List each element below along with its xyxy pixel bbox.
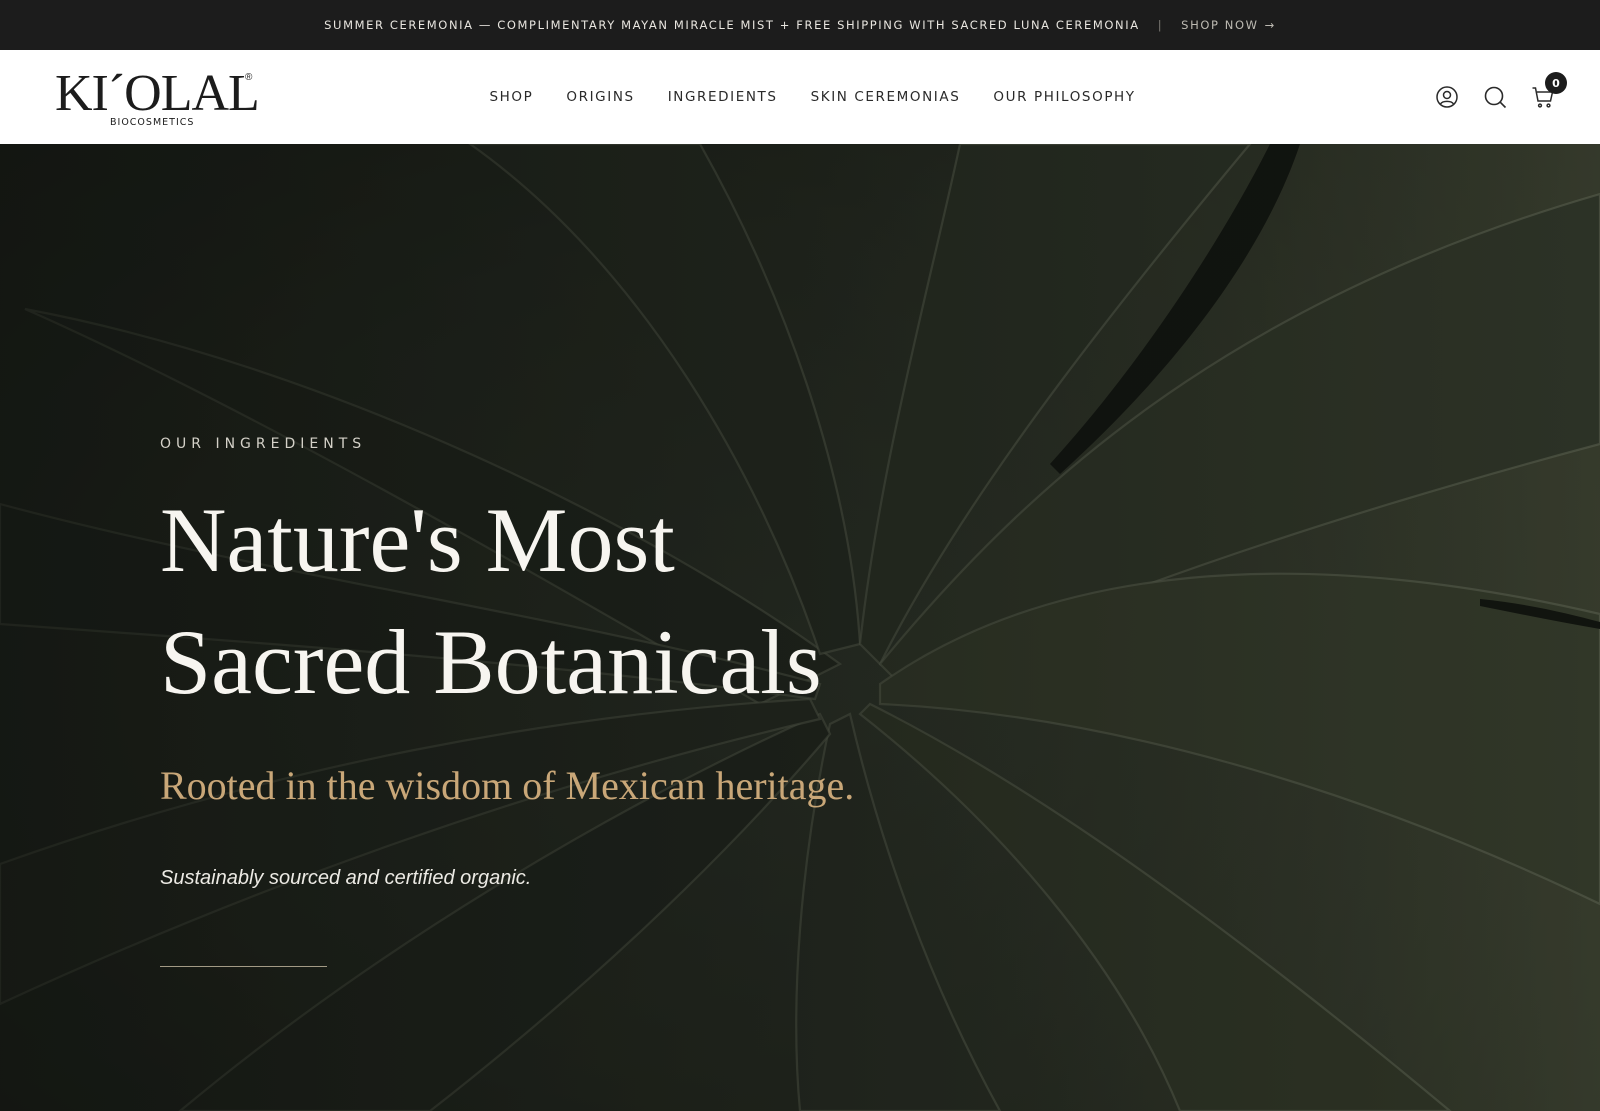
nav-item-skin-ceremonias[interactable]: SKIN CEREMONIAS — [794, 89, 977, 105]
nav-item-shop[interactable]: SHOP — [473, 89, 550, 105]
hero-headline-line2: Sacred Botanicals — [160, 611, 822, 713]
site-header: KI´OLAL ® BIOCOSMETICS SHOP ORIGINS INGR… — [0, 50, 1600, 144]
announcement-separator: | — [1157, 18, 1164, 32]
hero-headline: Nature's Most Sacred Botanicals — [160, 479, 822, 723]
hero-subheadline: Rooted in the wisdom of Mexican heritage… — [160, 763, 855, 808]
nav-item-our-philosophy[interactable]: OUR PHILOSOPHY — [977, 89, 1152, 105]
header-icons: 0 — [1435, 50, 1567, 144]
account-icon[interactable] — [1435, 85, 1459, 109]
brand-logo[interactable]: KI´OLAL ® BIOCOSMETICS — [55, 66, 265, 130]
arrow-right-icon: → — [1264, 18, 1276, 32]
registered-mark: ® — [245, 72, 253, 83]
shop-now-link[interactable]: SHOP NOW → — [1181, 18, 1276, 32]
logo-wordmark: KI´OLAL — [55, 65, 260, 122]
hero-tagline: Sustainably sourced and certified organi… — [160, 867, 532, 889]
cart-button[interactable]: 0 — [1531, 72, 1567, 109]
cart-count-badge: 0 — [1545, 72, 1567, 94]
hero-headline-line1: Nature's Most — [160, 489, 675, 591]
announcement-bar: SUMMER CEREMONIA — COMPLIMENTARY MAYAN M… — [0, 0, 1600, 50]
hero-section: OUR INGREDIENTS Nature's Most Sacred Bot… — [0, 144, 1600, 1111]
nav-item-ingredients[interactable]: INGREDIENTS — [651, 89, 794, 105]
search-icon[interactable] — [1483, 85, 1507, 109]
hero-eyebrow: OUR INGREDIENTS — [160, 436, 367, 452]
hero-divider — [160, 966, 327, 967]
logo-subtitle: BIOCOSMETICS — [110, 117, 195, 128]
announcement-text: SUMMER CEREMONIA — COMPLIMENTARY MAYAN M… — [324, 18, 1140, 32]
main-nav: SHOP ORIGINS INGREDIENTS SKIN CEREMONIAS… — [473, 50, 1152, 144]
nav-item-origins[interactable]: ORIGINS — [550, 89, 651, 105]
shop-now-label: SHOP NOW — [1181, 18, 1259, 32]
